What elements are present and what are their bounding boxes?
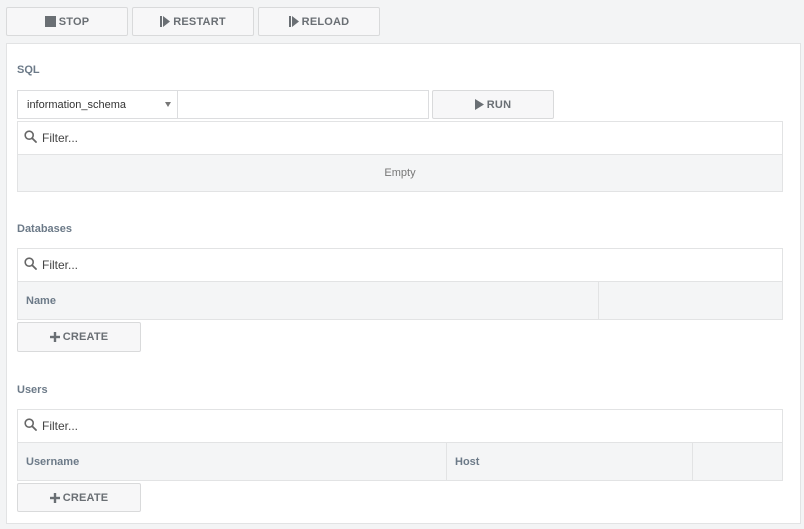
run-button-label: RUN bbox=[486, 98, 512, 111]
database-select[interactable]: information_schema bbox=[17, 90, 178, 119]
search-icon bbox=[24, 418, 37, 434]
sql-query-input[interactable] bbox=[178, 90, 429, 119]
sql-section-title: SQL bbox=[17, 64, 40, 76]
stop-icon bbox=[44, 16, 56, 27]
play-icon bbox=[474, 99, 484, 110]
databases-table-header: Name bbox=[17, 282, 783, 320]
create-user-button[interactable]: CREATE bbox=[17, 483, 141, 512]
search-icon bbox=[24, 257, 37, 273]
restart-button-label: RESTART bbox=[173, 15, 226, 28]
plus-icon bbox=[49, 332, 60, 342]
restart-icon bbox=[160, 16, 171, 27]
reload-button[interactable]: RELOAD bbox=[258, 7, 380, 36]
create-database-button[interactable]: CREATE bbox=[17, 322, 141, 352]
users-section-title: Users bbox=[17, 384, 48, 396]
databases-col-actions bbox=[599, 282, 782, 319]
reload-icon bbox=[288, 16, 299, 27]
users-filter bbox=[17, 409, 783, 443]
users-col-actions bbox=[693, 443, 782, 480]
database-select-value: information_schema bbox=[27, 98, 127, 111]
databases-filter-input[interactable] bbox=[40, 254, 782, 276]
databases-filter bbox=[17, 248, 783, 282]
stop-button[interactable]: STOP bbox=[6, 7, 128, 36]
users-filter-input[interactable] bbox=[40, 415, 782, 437]
caret-down-icon bbox=[165, 102, 171, 107]
sql-filter-input[interactable] bbox=[40, 127, 782, 149]
plus-icon bbox=[49, 492, 60, 503]
sql-empty-text: Empty bbox=[384, 167, 416, 179]
sql-empty-row: Empty bbox=[17, 155, 783, 192]
databases-col-name[interactable]: Name bbox=[18, 282, 599, 319]
run-button[interactable]: RUN bbox=[432, 90, 554, 119]
create-database-label: CREATE bbox=[62, 331, 109, 343]
reload-button-label: RELOAD bbox=[301, 15, 350, 28]
databases-section-title: Databases bbox=[17, 223, 73, 235]
users-col-username[interactable]: Username bbox=[18, 443, 447, 480]
users-col-host[interactable]: Host bbox=[447, 443, 693, 480]
search-icon bbox=[24, 130, 37, 146]
create-user-label: CREATE bbox=[62, 491, 109, 504]
stop-button-label: STOP bbox=[58, 15, 90, 28]
sql-filter bbox=[17, 121, 783, 155]
users-table-header: Username Host bbox=[17, 443, 783, 481]
restart-button[interactable]: RESTART bbox=[132, 7, 254, 36]
